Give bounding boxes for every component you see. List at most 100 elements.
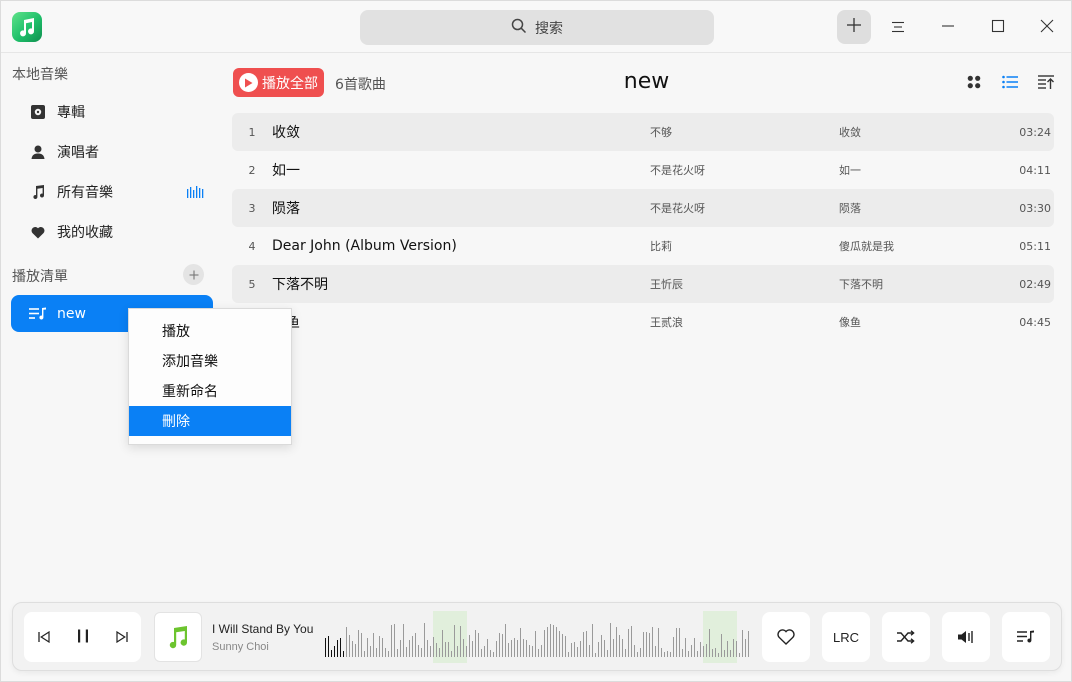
album-icon — [28, 104, 48, 120]
play-all-button[interactable]: 播放全部 — [233, 68, 324, 97]
add-playlist-button[interactable] — [183, 264, 204, 285]
grid-view-button[interactable] — [963, 72, 985, 94]
previous-button[interactable] — [37, 628, 50, 647]
song-title: 下落不明 — [272, 277, 328, 293]
menu-button[interactable] — [886, 15, 910, 39]
sort-icon — [1038, 74, 1054, 93]
close-icon — [1040, 18, 1054, 37]
waveform-progress[interactable] — [323, 611, 753, 663]
song-duration: 03:30 — [1019, 201, 1051, 215]
shuffle-icon — [897, 630, 915, 644]
song-index: 1 — [248, 125, 256, 139]
favorite-button[interactable] — [762, 612, 810, 662]
volume-button[interactable] — [942, 612, 990, 662]
sidebar-item-album[interactable]: 專輯 — [28, 97, 213, 127]
pause-icon — [77, 629, 88, 642]
table-row[interactable]: 2 如一 不是花火呀 如一 04:11 — [232, 151, 1054, 189]
playlist-queue-icon — [1017, 630, 1034, 643]
menu-item-play[interactable]: 播放 — [129, 316, 291, 346]
song-title: 陨落 — [272, 201, 300, 217]
song-table: 1 收敛 不够 收敛 03:24 2 如一 不是花火呀 如一 04:11 3 陨… — [232, 113, 1054, 341]
music-note-icon — [169, 626, 188, 649]
song-artist: 不是花火呀 — [650, 164, 705, 177]
playlist-label: new — [57, 305, 86, 322]
song-duration: 04:45 — [1019, 315, 1051, 329]
song-album: 陨落 — [839, 202, 861, 215]
main-panel: new 播放全部 6首歌曲 1 收敛 不够 收敛 03:24 2 如一 不是花火… — [222, 53, 1071, 602]
song-duration: 03:24 — [1019, 125, 1051, 139]
list-icon — [1002, 74, 1018, 93]
song-title: 收敛 — [272, 125, 300, 141]
song-index: 5 — [248, 277, 256, 291]
song-album: 下落不明 — [839, 278, 883, 291]
maximize-icon — [991, 18, 1005, 37]
playlist-icon — [29, 307, 47, 321]
menu-item-add-music[interactable]: 添加音樂 — [129, 346, 291, 376]
menu-icon — [891, 18, 905, 37]
skip-previous-icon — [37, 630, 50, 643]
volume-icon — [958, 631, 973, 643]
now-playing-artist: Sunny Choi — [212, 641, 269, 653]
song-duration: 02:49 — [1019, 277, 1051, 291]
sort-button[interactable] — [1035, 72, 1057, 94]
pause-button[interactable] — [77, 628, 89, 647]
list-view-button[interactable] — [999, 72, 1021, 94]
search-box[interactable]: 搜索 — [360, 10, 714, 45]
now-playing-wave-icon — [187, 186, 205, 202]
song-title: Dear John (Album Version) — [272, 238, 457, 254]
table-row[interactable]: 1 收敛 不够 收敛 03:24 — [232, 113, 1054, 151]
next-button[interactable] — [115, 628, 128, 647]
minimize-button[interactable] — [936, 15, 960, 39]
song-album: 收敛 — [839, 126, 861, 139]
local-music-heading: 本地音樂 — [12, 67, 68, 83]
sidebar-item-label: 我的收藏 — [57, 225, 113, 241]
menu-item-delete[interactable]: 刪除 — [129, 406, 291, 436]
plus-icon — [189, 265, 199, 284]
song-artist: 不是花火呀 — [650, 202, 705, 215]
playback-controls — [24, 612, 141, 662]
maximize-button[interactable] — [986, 15, 1010, 39]
heart-icon — [28, 226, 48, 239]
play-all-label: 播放全部 — [262, 75, 318, 92]
table-row[interactable]: 5 下落不明 王忻辰 下落不明 02:49 — [232, 265, 1054, 303]
search-placeholder: 搜索 — [535, 20, 563, 37]
song-artist: 比莉 — [650, 240, 672, 253]
add-button[interactable] — [837, 10, 871, 44]
song-duration: 04:11 — [1019, 163, 1051, 177]
song-title: 如一 — [272, 163, 300, 179]
app-logo-icon — [12, 12, 45, 42]
shuffle-button[interactable] — [882, 612, 930, 662]
close-button[interactable] — [1035, 15, 1059, 39]
app-window: 搜索 本地音樂 專輯 演唱者 所有音樂 我的收藏 播放清單 new new 播放… — [0, 0, 1072, 682]
person-icon — [28, 144, 48, 160]
song-count: 6首歌曲 — [335, 77, 386, 93]
queue-button[interactable] — [1002, 612, 1050, 662]
lyrics-button[interactable]: LRC — [822, 612, 870, 662]
song-index: 3 — [248, 201, 256, 215]
table-row[interactable]: 4 Dear John (Album Version) 比莉 傻瓜就是我 05:… — [232, 227, 1054, 265]
album-cover[interactable] — [154, 612, 202, 662]
song-artist: 不够 — [650, 126, 672, 139]
now-playing-title: I Will Stand By You — [212, 622, 314, 636]
sidebar-item-all-music[interactable]: 所有音樂 — [28, 177, 213, 207]
playlist-heading: 播放清單 — [12, 269, 68, 285]
sidebar-item-artist[interactable]: 演唱者 — [28, 137, 213, 167]
plus-icon — [846, 17, 862, 37]
skip-next-icon — [115, 630, 128, 643]
music-note-icon — [28, 184, 48, 200]
song-duration: 05:11 — [1019, 239, 1051, 253]
grid-icon — [967, 74, 981, 93]
search-icon — [511, 18, 527, 38]
player-bar: I Will Stand By You Sunny Choi LRC — [12, 602, 1062, 671]
menu-item-rename[interactable]: 重新命名 — [129, 376, 291, 406]
table-row[interactable]: 3 陨落 不是花火呀 陨落 03:30 — [232, 189, 1054, 227]
minimize-icon — [941, 18, 955, 37]
sidebar-item-label: 所有音樂 — [57, 185, 113, 201]
song-album: 如一 — [839, 164, 861, 177]
song-artist: 王忻辰 — [650, 278, 683, 291]
song-album: 傻瓜就是我 — [839, 240, 894, 253]
heart-outline-icon — [777, 629, 795, 645]
song-album: 像鱼 — [839, 316, 861, 329]
sidebar-item-favorites[interactable]: 我的收藏 — [28, 217, 213, 247]
table-row[interactable]: 6 像鱼 王贰浪 像鱼 04:45 — [232, 303, 1054, 341]
